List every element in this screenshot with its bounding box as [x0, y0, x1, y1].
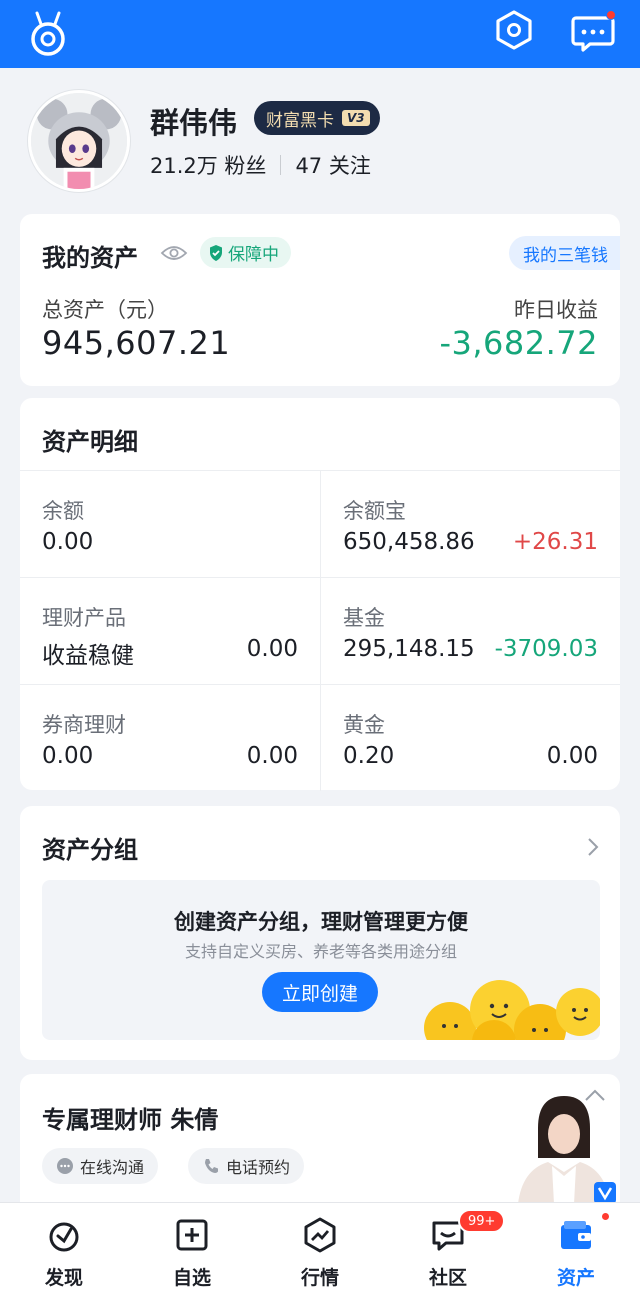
asset-item-value: 收益稳健 — [42, 643, 134, 669]
asset-item-change: 0.00 — [546, 743, 598, 769]
chevron-right-icon[interactable] — [586, 836, 600, 858]
asset-item-broker[interactable]: 券商理财 0.00 0.00 — [20, 684, 320, 791]
promo-title: 创建资产分组，理财管理更方便 — [174, 910, 468, 934]
advisor-photo — [518, 1096, 616, 1204]
tab-discover[interactable]: 发现 — [0, 1203, 128, 1298]
profile-section: 群伟伟 财富黑卡 V3 21.2万 粉丝 47 关注 — [0, 68, 640, 218]
asset-item-label: 理财产品 — [42, 606, 126, 630]
asset-item-change: 0.00 — [246, 636, 298, 662]
asset-details-title: 资产明细 — [42, 428, 138, 456]
tab-market[interactable]: 行情 — [256, 1203, 384, 1298]
asset-item-change: 0.00 — [246, 743, 298, 769]
asset-details-card: 资产明细 余额 0.00 余额宝 650,458.86 +26.31 理财产品 … — [20, 398, 620, 791]
assets-unread-dot — [600, 1211, 611, 1222]
asset-item-value: 0.00 — [42, 743, 94, 769]
three-pens-button[interactable]: 我的三笔钱 — [509, 236, 620, 270]
discover-icon — [49, 1222, 79, 1252]
online-chat-label: 在线沟通 — [80, 1158, 145, 1177]
online-chat-button[interactable]: 在线沟通 — [42, 1148, 159, 1184]
top-bar — [0, 0, 640, 68]
asset-item-yuebao[interactable]: 余额宝 650,458.86 +26.31 — [320, 470, 620, 577]
asset-item-funds[interactable]: 基金 295,148.15 -3709.03 — [320, 577, 620, 684]
asset-item-label: 券商理财 — [42, 713, 126, 737]
tab-watchlist[interactable]: 自选 — [128, 1203, 256, 1298]
followers-count[interactable]: 21.2万 粉丝 — [150, 150, 266, 180]
bottom-tab-bar: 发现 自选 行情 99+ 社区 资产 — [0, 1202, 640, 1298]
protection-label: 保障中 — [228, 245, 279, 265]
message-unread-dot — [606, 10, 616, 20]
advisor-card: 专属理财师 朱倩 在线沟通 电话预约 — [20, 1074, 620, 1214]
phone-appointment-label: 电话预约 — [226, 1158, 291, 1177]
promo-subtitle: 支持自定义买房、养老等各类用途分组 — [184, 942, 457, 961]
wallet-icon — [561, 1221, 591, 1249]
asset-item-change: +26.31 — [512, 529, 598, 555]
asset-item-label: 余额 — [42, 499, 84, 523]
vip-level: V3 — [342, 110, 370, 126]
my-assets-title: 我的资产 — [42, 244, 138, 272]
total-assets-value: 945,607.21 — [42, 324, 231, 362]
asset-item-value: 0.20 — [343, 743, 395, 769]
following-count[interactable]: 47 关注 — [295, 150, 370, 180]
tab-assets[interactable]: 资产 — [512, 1203, 640, 1298]
vip-label: 财富黑卡 — [266, 110, 334, 131]
community-badge: 99+ — [458, 1209, 506, 1233]
ant-logo-icon[interactable] — [26, 8, 70, 58]
asset-item-label: 基金 — [343, 606, 385, 630]
tab-community[interactable]: 99+ 社区 — [384, 1203, 512, 1298]
asset-item-value: 650,458.86 — [343, 529, 475, 555]
watchlist-add-icon — [176, 1219, 208, 1251]
asset-item-change: -3709.03 — [494, 636, 598, 662]
market-trend-icon — [304, 1217, 336, 1253]
avatar-illustration-icon — [31, 93, 127, 189]
yesterday-earnings-value: -3,682.72 — [439, 324, 598, 362]
tab-label: 社区 — [428, 1267, 467, 1289]
message-button[interactable] — [568, 6, 620, 54]
asset-item-gold[interactable]: 黄金 0.20 0.00 — [320, 684, 620, 791]
protection-badge[interactable]: 保障中 — [200, 237, 291, 268]
asset-groups-promo: 创建资产分组，理财管理更方便 支持自定义买房、养老等各类用途分组 立即创建 — [42, 880, 600, 1040]
my-assets-card: 我的资产 保障中 我的三笔钱 总资产（元） 945,607.21 昨日收益 -3… — [20, 214, 620, 386]
asset-item-wealth-products[interactable]: 理财产品 收益稳健 0.00 — [20, 577, 320, 684]
tab-label: 自选 — [172, 1267, 211, 1289]
user-name: 群伟伟 — [150, 106, 238, 140]
phone-icon — [205, 1159, 218, 1173]
phone-appointment-button[interactable]: 电话预约 — [188, 1148, 305, 1184]
asset-item-balance[interactable]: 余额 0.00 — [20, 470, 320, 577]
asset-item-label: 黄金 — [343, 713, 385, 737]
create-group-button[interactable]: 立即创建 — [262, 972, 378, 1012]
asset-groups-card: 资产分组 创建资产分组，理财管理更方便 支持自定义买房、养老等各类用途分组 立即… — [20, 806, 620, 1060]
asset-details-grid: 余额 0.00 余额宝 650,458.86 +26.31 理财产品 收益稳健 … — [20, 470, 620, 791]
total-assets-label: 总资产（元） — [42, 298, 168, 322]
shield-check-icon — [210, 244, 222, 261]
vip-badge[interactable]: 财富黑卡 V3 — [254, 101, 380, 135]
avatar[interactable] — [28, 90, 130, 192]
chat-bubble-icon — [57, 1158, 73, 1174]
stats-divider — [280, 155, 282, 175]
asset-item-label: 余额宝 — [343, 499, 406, 523]
tab-label: 发现 — [44, 1267, 83, 1289]
tab-label: 资产 — [556, 1267, 595, 1289]
asset-groups-title: 资产分组 — [42, 836, 138, 864]
profile-stats: 21.2万 粉丝 47 关注 — [150, 150, 371, 180]
eye-icon[interactable] — [160, 242, 188, 264]
advisor-title: 专属理财师 朱倩 — [42, 1106, 219, 1134]
yesterday-earnings-label: 昨日收益 — [514, 298, 598, 322]
asset-item-value: 295,148.15 — [343, 636, 475, 662]
settings-hexagon-icon[interactable] — [492, 8, 536, 52]
tab-label: 行情 — [300, 1267, 339, 1289]
asset-item-value: 0.00 — [42, 529, 94, 555]
smiling-coins-icon — [424, 980, 600, 1040]
